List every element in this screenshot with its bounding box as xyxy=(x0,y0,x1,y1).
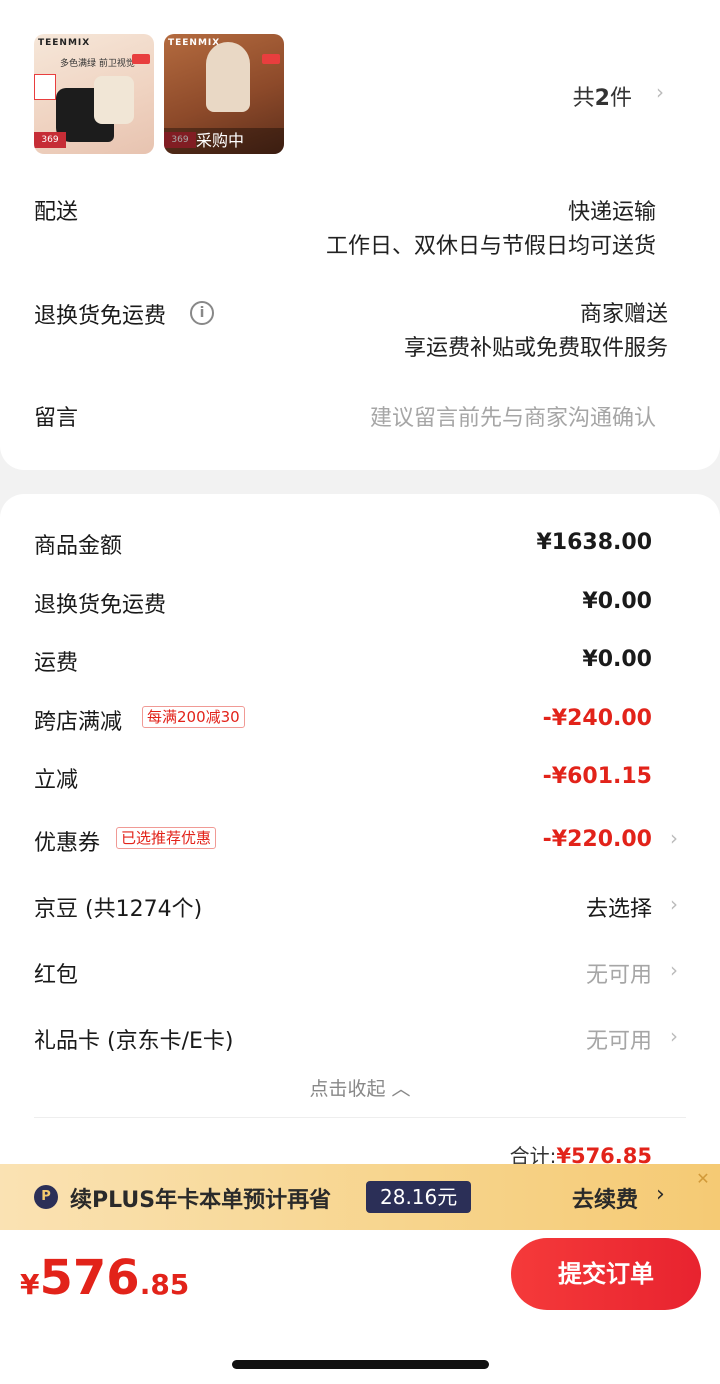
instant-discount-label: 立减 xyxy=(34,768,79,793)
return-fee-value: ¥0.00 xyxy=(582,589,652,614)
cross-store-discount-value: -¥240.00 xyxy=(542,706,652,731)
plus-banner-text: 续PLUS年卡本单预计再省 xyxy=(70,1188,332,1213)
promo-side-tag xyxy=(34,74,56,100)
goods-amount-value: ¥1638.00 xyxy=(536,530,652,555)
plus-renewal-banner[interactable]: P 续PLUS年卡本单预计再省 28.16元 去续费 › ✕ xyxy=(0,1164,720,1230)
chevron-right-icon[interactable]: › xyxy=(670,1024,678,1048)
shipping-fee-label: 运费 xyxy=(34,651,79,676)
promo-badge-icon xyxy=(132,54,150,64)
submit-order-button[interactable]: 提交订单 xyxy=(511,1238,701,1310)
chevron-right-icon[interactable]: › xyxy=(670,826,678,850)
home-indicator[interactable] xyxy=(232,1360,489,1369)
jingdou-label[interactable]: 京豆 (共1274个) xyxy=(34,891,202,923)
price-chip: 369 xyxy=(34,132,66,148)
delivery-label: 配送 xyxy=(34,200,79,225)
delivery-method[interactable]: 快递运输 xyxy=(568,194,656,226)
shipping-fee-value: ¥0.00 xyxy=(582,647,652,672)
product-thumbnail-1[interactable]: TEENMIX 多色满绿 前卫视觉 369 xyxy=(34,34,154,154)
promo-tagline: 多色满绿 前卫视觉 xyxy=(60,59,135,69)
item-count[interactable]: 共2件 xyxy=(573,80,632,112)
coupon-value[interactable]: -¥220.00 xyxy=(543,827,652,852)
return-fee-label: 退换货免运费 xyxy=(34,593,167,618)
promo-badge-icon xyxy=(262,54,280,64)
payable-amount: ¥576.85 xyxy=(20,1250,189,1306)
cross-store-tag: 每满200减30 xyxy=(142,706,245,728)
return-shipping-value: 商家赠送 xyxy=(579,302,668,327)
plus-savings-amount: 28.16元 xyxy=(366,1181,472,1213)
count-prefix: 共 xyxy=(572,86,595,111)
instant-discount-value: -¥601.15 xyxy=(542,764,652,789)
currency-symbol: ¥ xyxy=(20,1268,40,1301)
message-input[interactable]: 建议留言前先与商家沟通确认 xyxy=(370,400,656,432)
divider xyxy=(34,1117,686,1118)
count-suffix: 件 xyxy=(609,86,632,111)
goods-amount-label: 商品金额 xyxy=(34,534,123,559)
brand-logo: TEENMIX xyxy=(168,38,221,48)
coupon-label[interactable]: 优惠券 xyxy=(34,825,100,857)
cross-store-discount-label: 跨店满减 xyxy=(34,710,123,735)
order-info-card: TEENMIX 多色满绿 前卫视觉 369 TEENMIX 369 采购中 共2… xyxy=(0,0,720,470)
close-icon[interactable]: ✕ xyxy=(692,1168,714,1190)
count-number: 2 xyxy=(594,86,610,111)
gift-card-value[interactable]: 无可用 xyxy=(586,1023,652,1055)
return-shipping-note: 享运费补贴或免费取件服务 xyxy=(403,336,668,361)
chevron-right-icon[interactable]: › xyxy=(656,80,664,104)
checkout-bar: ¥576.85 提交订单 xyxy=(0,1230,720,1384)
info-icon[interactable]: i xyxy=(190,301,214,325)
payable-integer: 576 xyxy=(39,1250,140,1306)
collapse-toggle[interactable]: 点击收起 ︿ xyxy=(0,1074,720,1101)
message-label: 留言 xyxy=(34,406,79,431)
purchasing-status-overlay: 采购中 xyxy=(164,128,284,154)
red-packet-label[interactable]: 红包 xyxy=(34,957,78,989)
return-shipping-label: 退换货免运费 xyxy=(34,304,167,329)
red-packet-value[interactable]: 无可用 xyxy=(586,957,652,989)
payable-decimal: .85 xyxy=(139,1268,190,1301)
renew-button[interactable]: 去续费 xyxy=(572,1182,638,1214)
boot-image xyxy=(94,76,134,124)
gift-card-label[interactable]: 礼品卡 (京东卡/E卡) xyxy=(34,1023,233,1055)
product-thumbnail-2[interactable]: TEENMIX 369 采购中 xyxy=(164,34,284,154)
model-image xyxy=(206,42,250,112)
chevron-right-icon[interactable]: › xyxy=(670,958,678,982)
chevron-right-icon[interactable]: › xyxy=(670,892,678,916)
coupon-tag: 已选推荐优惠 xyxy=(116,827,217,849)
jingdou-select[interactable]: 去选择 xyxy=(586,891,652,923)
brand-logo: TEENMIX xyxy=(38,38,91,48)
plus-logo-icon: P xyxy=(34,1185,58,1209)
chevron-right-icon[interactable]: › xyxy=(656,1182,665,1207)
delivery-note: 工作日、双休日与节假日均可送货 xyxy=(325,234,656,259)
